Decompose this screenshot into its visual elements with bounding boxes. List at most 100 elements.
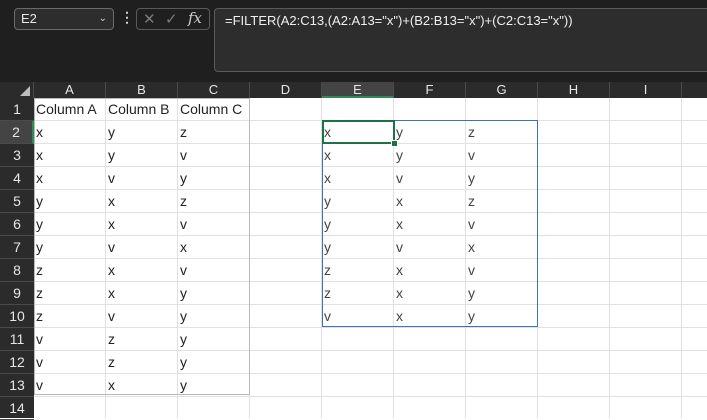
cell-c10[interactable]: y bbox=[178, 305, 250, 328]
cell-b3[interactable]: y bbox=[106, 144, 178, 167]
row-header-5[interactable]: 5 bbox=[0, 190, 34, 213]
cell-c12[interactable]: y bbox=[178, 351, 250, 374]
cell-g4[interactable]: y bbox=[466, 167, 538, 190]
cell-a10[interactable]: z bbox=[34, 305, 106, 328]
column-header-g[interactable]: G bbox=[466, 82, 538, 98]
fx-icon[interactable]: fx bbox=[188, 9, 202, 27]
cell-c3[interactable]: v bbox=[178, 144, 250, 167]
select-all-button[interactable] bbox=[0, 82, 34, 98]
cell-f2[interactable]: y bbox=[394, 121, 466, 144]
row-header-7[interactable]: 7 bbox=[0, 236, 34, 259]
cell-e3[interactable]: x bbox=[322, 144, 394, 167]
cell-c7[interactable]: x bbox=[178, 236, 250, 259]
column-header-i[interactable]: I bbox=[610, 82, 682, 98]
cell-g9[interactable]: y bbox=[466, 282, 538, 305]
cell-a4[interactable]: x bbox=[34, 167, 106, 190]
cell-b6[interactable]: x bbox=[106, 213, 178, 236]
cell-g5[interactable]: z bbox=[466, 190, 538, 213]
fill-handle[interactable] bbox=[391, 140, 398, 147]
cell-g6[interactable]: v bbox=[466, 213, 538, 236]
cell-c2[interactable]: z bbox=[178, 121, 250, 144]
column-header-a[interactable]: A bbox=[34, 82, 106, 98]
cell-a9[interactable]: z bbox=[34, 282, 106, 305]
row-header-3[interactable]: 3 bbox=[0, 144, 34, 167]
cell-b5[interactable]: x bbox=[106, 190, 178, 213]
column-header-h[interactable]: H bbox=[538, 82, 610, 98]
cell-a12[interactable]: v bbox=[34, 351, 106, 374]
cell-a13[interactable]: v bbox=[34, 374, 106, 397]
cell-c4[interactable]: y bbox=[178, 167, 250, 190]
cell-e5[interactable]: y bbox=[322, 190, 394, 213]
name-box[interactable]: E2 ⌄ bbox=[14, 8, 114, 30]
cell-b10[interactable]: v bbox=[106, 305, 178, 328]
cell-c5[interactable]: z bbox=[178, 190, 250, 213]
cell-g10[interactable]: y bbox=[466, 305, 538, 328]
cancel-icon[interactable]: ✕ bbox=[143, 10, 156, 28]
cell-f7[interactable]: v bbox=[394, 236, 466, 259]
cell-a1[interactable]: Column A bbox=[34, 98, 106, 121]
row-header-8[interactable]: 8 bbox=[0, 259, 34, 282]
cell-f10[interactable]: x bbox=[394, 305, 466, 328]
worksheet-grid[interactable]: Column A Column B Column Cxyzxyvxvyyxzyxvy… bbox=[34, 98, 707, 418]
cell-a5[interactable]: y bbox=[34, 190, 106, 213]
cell-b11[interactable]: z bbox=[106, 328, 178, 351]
cell-g2[interactable]: z bbox=[466, 121, 538, 144]
row-header-13[interactable]: 13 bbox=[0, 374, 34, 397]
cell-g3[interactable]: v bbox=[466, 144, 538, 167]
column-header-d[interactable]: D bbox=[250, 82, 322, 98]
cell-c13[interactable]: y bbox=[178, 374, 250, 397]
row-header-1[interactable]: 1 bbox=[0, 98, 34, 121]
cell-f3[interactable]: y bbox=[394, 144, 466, 167]
column-header-c[interactable]: C bbox=[178, 82, 250, 98]
row-header-2[interactable]: 2 bbox=[0, 121, 34, 144]
cell-b1[interactable]: Column B bbox=[106, 98, 178, 121]
cell-b8[interactable]: x bbox=[106, 259, 178, 282]
cell-a7[interactable]: y bbox=[34, 236, 106, 259]
cell-g7[interactable]: x bbox=[466, 236, 538, 259]
cell-f9[interactable]: x bbox=[394, 282, 466, 305]
column-header-b[interactable]: B bbox=[106, 82, 178, 98]
cell-e6[interactable]: y bbox=[322, 213, 394, 236]
cell-c1[interactable]: Column C bbox=[178, 98, 250, 121]
cell-f8[interactable]: x bbox=[394, 259, 466, 282]
cell-f5[interactable]: x bbox=[394, 190, 466, 213]
cell-f6[interactable]: x bbox=[394, 213, 466, 236]
column-header-e[interactable]: E bbox=[322, 82, 394, 98]
cell-c8[interactable]: v bbox=[178, 259, 250, 282]
cell-a8[interactable]: z bbox=[34, 259, 106, 282]
cell-b7[interactable]: v bbox=[106, 236, 178, 259]
cell-b13[interactable]: x bbox=[106, 374, 178, 397]
formula-buttons: ✕ ✓ fx bbox=[136, 8, 210, 30]
cell-b4[interactable]: v bbox=[106, 167, 178, 190]
column-header-f[interactable]: F bbox=[394, 82, 466, 98]
cell-b12[interactable]: z bbox=[106, 351, 178, 374]
row-header-14[interactable]: 14 bbox=[0, 397, 34, 420]
cell-b9[interactable]: x bbox=[106, 282, 178, 305]
cell-a11[interactable]: v bbox=[34, 328, 106, 351]
cell-c6[interactable]: v bbox=[178, 213, 250, 236]
more-options-icon[interactable]: ⋮ bbox=[120, 9, 134, 26]
cell-a2[interactable]: x bbox=[34, 121, 106, 144]
cell-e7[interactable]: y bbox=[322, 236, 394, 259]
row-header-6[interactable]: 6 bbox=[0, 213, 34, 236]
row-header-4[interactable]: 4 bbox=[0, 167, 34, 190]
chevron-down-icon[interactable]: ⌄ bbox=[99, 9, 107, 29]
row-header-11[interactable]: 11 bbox=[0, 328, 34, 351]
cell-c11[interactable]: y bbox=[178, 328, 250, 351]
cell-e9[interactable]: z bbox=[322, 282, 394, 305]
cell-a6[interactable]: y bbox=[34, 213, 106, 236]
row-header-9[interactable]: 9 bbox=[0, 282, 34, 305]
cell-e4[interactable]: x bbox=[322, 167, 394, 190]
cell-b2[interactable]: y bbox=[106, 121, 178, 144]
enter-icon[interactable]: ✓ bbox=[165, 10, 178, 28]
cell-e10[interactable]: v bbox=[322, 305, 394, 328]
formula-input[interactable]: =FILTER(A2:C13,(A2:A13="x")+(B2:B13="x")… bbox=[214, 8, 707, 72]
cell-e8[interactable]: z bbox=[322, 259, 394, 282]
row-header-10[interactable]: 10 bbox=[0, 305, 34, 328]
cell-f4[interactable]: v bbox=[394, 167, 466, 190]
cell-a3[interactable]: x bbox=[34, 144, 106, 167]
cell-c9[interactable]: y bbox=[178, 282, 250, 305]
cell-g8[interactable]: v bbox=[466, 259, 538, 282]
cell-e2[interactable]: x bbox=[322, 121, 394, 144]
row-header-12[interactable]: 12 bbox=[0, 351, 34, 374]
